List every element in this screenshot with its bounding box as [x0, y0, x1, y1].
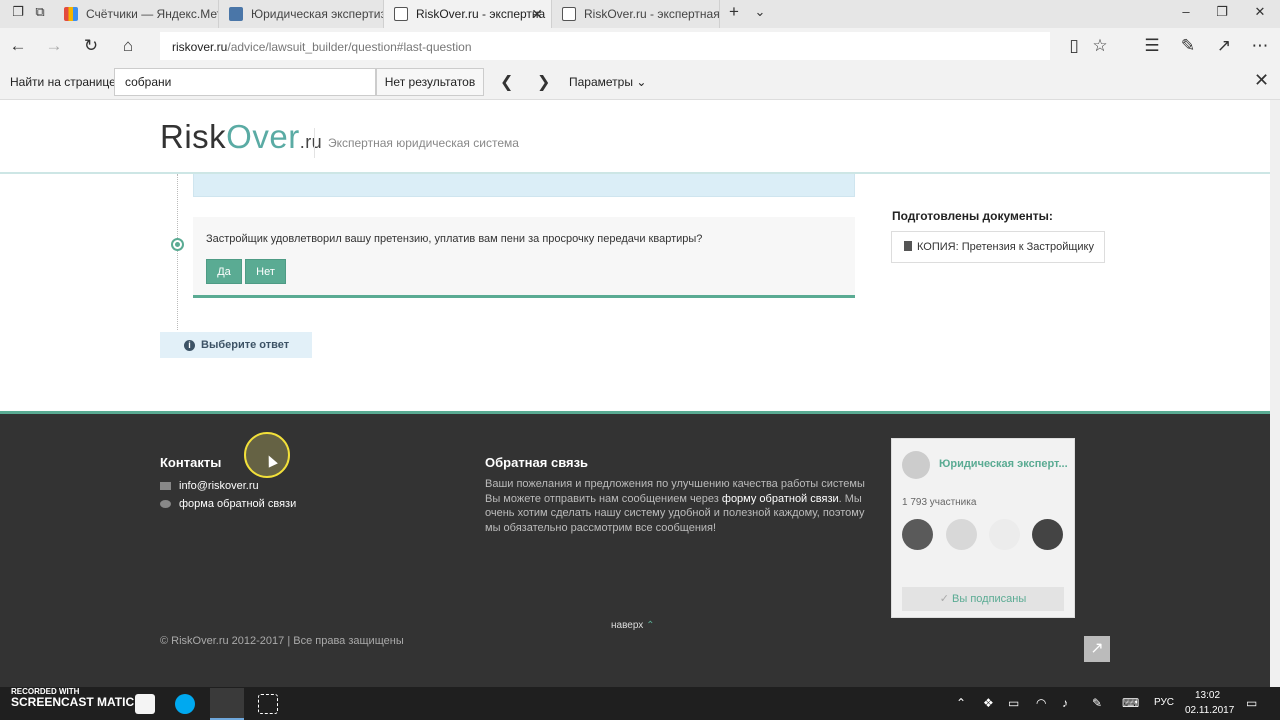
tab-legal-expertise[interactable]: Юридическая экспертиза [219, 0, 384, 28]
refresh-icon[interactable]: ↻ [81, 36, 101, 56]
new-tab-icon[interactable]: + [724, 2, 744, 22]
chevron-up-icon: ⌃ [646, 620, 655, 631]
vk-group-widget: Юридическая эксперт... 1 793 участника ✓… [891, 438, 1075, 618]
pen-icon[interactable]: ✎ [1092, 696, 1102, 710]
find-label: Найти на странице [10, 75, 116, 89]
tab-riskover-active[interactable]: RiskOver.ru - экспертна ✕ [384, 0, 552, 28]
pen-icon[interactable]: ✎ [1178, 36, 1198, 56]
tab-preview-icon[interactable]: ❐ [8, 4, 28, 20]
clock-time[interactable]: 13:02 [1195, 690, 1220, 701]
previous-question-card [193, 174, 855, 197]
page-favicon-icon [562, 7, 576, 21]
tab-list-chevron-down-icon[interactable]: ⌄ [750, 4, 770, 20]
document-item[interactable]: КОПИЯ: Претензия к Застройщику [891, 231, 1105, 263]
vk-member-count: 1 793 участника [902, 497, 977, 508]
member-avatar[interactable] [902, 519, 933, 550]
timeline-line [177, 174, 178, 330]
snipping-tool-icon[interactable] [258, 694, 278, 714]
header-divider [314, 128, 315, 158]
favorite-star-icon[interactable]: ☆ [1090, 36, 1110, 56]
find-on-page-bar: Найти на странице Нет результатов ❮ ❯ Па… [0, 64, 1280, 100]
tab-yandex-metrika[interactable]: Счётчики — Яндекс.Метри [54, 0, 219, 28]
member-avatar[interactable] [946, 519, 977, 550]
find-prev-chevron-left-icon[interactable]: ❮ [500, 72, 513, 92]
site-logo[interactable]: RiskOver.ru [160, 118, 322, 156]
dropbox-icon[interactable]: ❖ [983, 696, 994, 710]
find-next-chevron-right-icon[interactable]: ❯ [537, 72, 550, 92]
reading-view-icon[interactable]: ▯ [1064, 36, 1084, 56]
find-close-icon[interactable]: ✕ [1254, 70, 1269, 91]
skype-icon[interactable] [175, 694, 195, 714]
tab-riskover[interactable]: RiskOver.ru - экспертная ю [552, 0, 720, 28]
favorites-hub-icon[interactable]: ☰ [1142, 36, 1162, 56]
envelope-icon [160, 482, 171, 490]
file-icon [904, 241, 912, 251]
windows-taskbar: RECORDED WITH SCREENCAST MATIC ⌃ ❖ ▭ ◠ ♪… [0, 687, 1280, 720]
info-icon: i [184, 340, 195, 351]
chevron-down-icon: ⌄ [636, 75, 647, 89]
documents-title: Подготовлены документы: [892, 209, 1053, 223]
feedback-form-link[interactable]: форму обратной связи [722, 493, 839, 505]
contacts-title: Контакты [160, 455, 222, 470]
page-favicon-icon [394, 7, 408, 21]
answer-yes-button[interactable]: Да [206, 259, 242, 284]
language-indicator[interactable]: РУС [1154, 697, 1174, 708]
address-input[interactable]: riskover.ru/advice/lawsuit_builder/quest… [160, 32, 1050, 60]
find-input[interactable] [114, 68, 376, 96]
site-footer: Контакты info@riskover.ru форма обратной… [0, 411, 1270, 687]
expand-corner-icon[interactable]: ↗ [1084, 636, 1110, 662]
window-close-icon[interactable]: ✕ [1250, 4, 1270, 20]
keyboard-icon[interactable]: ⌨ [1122, 696, 1139, 710]
battery-icon[interactable]: ▭ [1008, 696, 1019, 710]
notifications-icon[interactable]: ▭ [1246, 696, 1257, 710]
feedback-text: Ваши пожелания и предложения по улучшени… [485, 478, 865, 534]
address-bar-row: ← → ↻ ⌂ riskover.ru/advice/lawsuit_build… [0, 28, 1280, 64]
member-avatar[interactable] [1032, 519, 1063, 550]
wifi-icon[interactable]: ◠ [1036, 696, 1046, 710]
maximize-icon[interactable]: ❐ [1212, 4, 1232, 20]
close-tab-icon[interactable]: ✕ [531, 6, 543, 23]
vk-favicon-icon [229, 7, 243, 21]
answer-no-button[interactable]: Нет [245, 259, 286, 284]
volume-icon[interactable]: ♪ [1062, 696, 1068, 710]
timeline-marker-icon [171, 238, 184, 251]
minimize-icon[interactable]: – [1176, 4, 1196, 19]
edge-icon[interactable] [210, 688, 244, 720]
web-page: RiskOver.ru Экспертная юридическая систе… [0, 100, 1270, 687]
clock-date[interactable]: 02.11.2017 [1185, 705, 1234, 716]
more-icon[interactable]: ⋯ [1250, 36, 1270, 56]
page-scrollbar[interactable] [1270, 100, 1280, 687]
copyright: © RiskOver.ru 2012-2017 | Все права защи… [160, 635, 404, 647]
forward-icon[interactable]: → [44, 36, 64, 56]
site-header: RiskOver.ru Экспертная юридическая систе… [0, 100, 1270, 174]
choose-answer-hint: i Выберите ответ [160, 332, 312, 358]
member-avatar[interactable] [989, 519, 1020, 550]
question-card: Застройщик удовлетворил вашу претензию, … [193, 217, 855, 298]
find-results-status: Нет результатов [376, 68, 484, 96]
screencast-watermark: SCREENCAST MATIC [11, 695, 135, 709]
tab-set-aside-icon[interactable]: ⧉ [30, 4, 50, 20]
browser-tab-bar: ❐ ⧉ Счётчики — Яндекс.Метри Юридическая … [0, 0, 1280, 28]
vk-group-name[interactable]: Юридическая эксперт... [939, 458, 1068, 470]
vk-subscribed-button[interactable]: ✓ Вы подписаны [902, 587, 1064, 611]
share-icon[interactable]: ↗ [1214, 36, 1234, 56]
check-icon: ✓ [939, 593, 949, 605]
home-icon[interactable]: ⌂ [118, 36, 138, 56]
group-avatar[interactable] [902, 451, 930, 479]
speech-bubble-icon [160, 500, 171, 508]
yandex-favicon-icon [64, 7, 78, 21]
back-to-top-link[interactable]: наверх ⌃ [611, 620, 654, 631]
site-tagline: Экспертная юридическая система [328, 136, 519, 150]
back-icon[interactable]: ← [8, 36, 28, 56]
store-icon[interactable] [135, 694, 155, 714]
feedback-title: Обратная связь [485, 455, 589, 470]
find-options-dropdown[interactable]: Параметры ⌄ [569, 75, 646, 89]
chevron-up-icon[interactable]: ⌃ [956, 696, 966, 710]
question-text: Застройщик удовлетворил вашу претензию, … [206, 233, 703, 245]
